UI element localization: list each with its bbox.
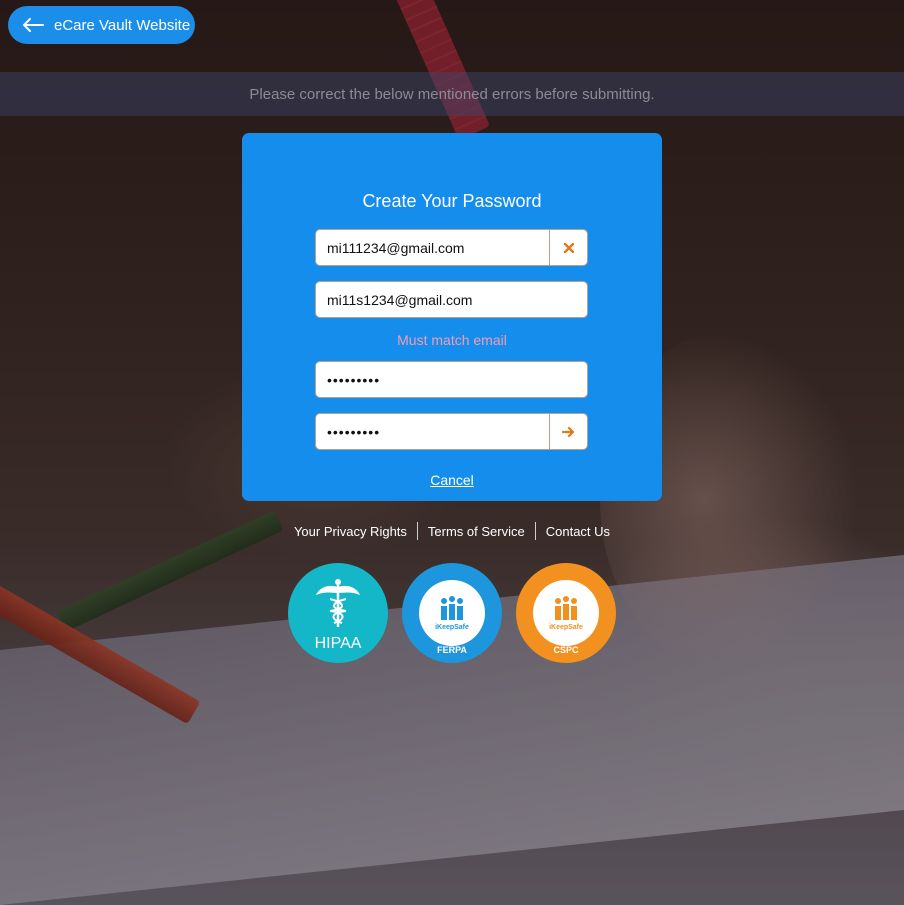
arrow-left-icon — [23, 18, 44, 32]
ikeepsafe-icon — [441, 595, 463, 620]
clear-email-button[interactable] — [549, 230, 587, 265]
hipaa-label: HIPAA — [314, 635, 362, 652]
ferpa-label: FERPA — [437, 645, 467, 655]
terms-of-service-link[interactable]: Terms of Service — [418, 524, 535, 539]
contact-us-link[interactable]: Contact Us — [536, 524, 620, 539]
email-value[interactable]: mi111234@gmail.com — [316, 240, 549, 256]
ferpa-badge: iKeepSafe FERPA — [402, 563, 502, 663]
email-match-error: Must match email — [397, 332, 507, 348]
cspc-label: CSPC — [553, 645, 579, 655]
cancel-link[interactable]: Cancel — [242, 472, 662, 488]
error-banner: Please correct the below mentioned error… — [0, 72, 904, 116]
hipaa-badge: HIPAA — [288, 563, 388, 663]
confirm-password-field[interactable]: ••••••••• — [315, 413, 588, 450]
back-to-website-button[interactable]: eCare Vault Website — [8, 6, 195, 44]
ikeepsafe-label: iKeepSafe — [435, 623, 469, 631]
email-field[interactable]: mi111234@gmail.com — [315, 229, 588, 266]
arrow-right-icon — [562, 426, 575, 437]
confirm-email-field[interactable]: mi11s1234@gmail.com — [315, 281, 588, 318]
page-title: Create Your Password — [362, 191, 542, 211]
cspc-badge: iKeepSafe CSPC — [516, 563, 616, 663]
caduceus-icon — [316, 579, 360, 627]
ikeepsafe-label: iKeepSafe — [549, 623, 583, 631]
error-banner-text: Please correct the below mentioned error… — [249, 85, 655, 103]
ikeepsafe-icon — [555, 595, 577, 620]
close-icon — [563, 242, 574, 253]
back-button-label: eCare Vault Website — [54, 16, 191, 34]
submit-button[interactable] — [549, 414, 587, 449]
create-password-card: Create Your Password mi111234@gmail.com … — [242, 133, 662, 501]
password-field[interactable]: ••••••••• — [315, 361, 588, 398]
footer-links: Your Privacy Rights Terms of Service Con… — [0, 522, 904, 540]
privacy-rights-link[interactable]: Your Privacy Rights — [284, 524, 417, 539]
password-value[interactable]: ••••••••• — [316, 372, 587, 388]
confirm-email-value[interactable]: mi11s1234@gmail.com — [316, 292, 587, 308]
confirm-password-value[interactable]: ••••••••• — [316, 424, 549, 440]
